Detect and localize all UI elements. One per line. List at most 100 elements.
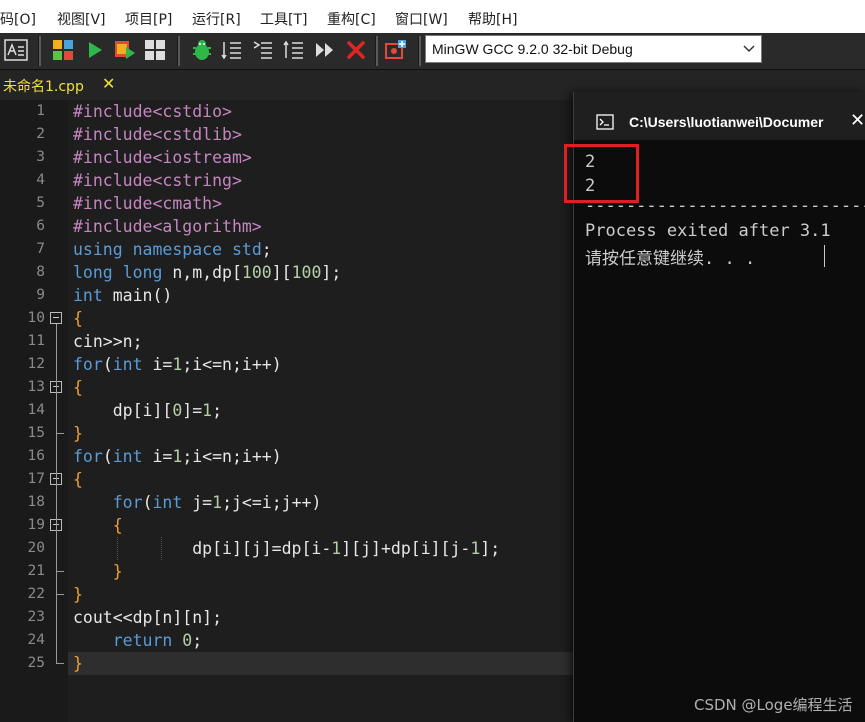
code-text: }: [73, 654, 83, 673]
fold-guide-end: [56, 571, 64, 572]
unindent-icon[interactable]: [251, 38, 275, 62]
profile-icon[interactable]: [384, 38, 408, 62]
code-text: cout<<dp[n][n];: [73, 608, 223, 627]
step-icon[interactable]: [313, 38, 337, 62]
code-text: for(int j=1;j<=i;j++): [112, 493, 322, 512]
tab-label: 未命名1.cpp: [3, 79, 84, 95]
code-text: #include<cstring>: [73, 171, 242, 190]
close-icon[interactable]: ✕: [102, 74, 115, 93]
line-number: 20: [27, 540, 45, 556]
compile-run-icon[interactable]: [113, 38, 137, 62]
menu-item-tools[interactable]: 工具[T]: [260, 9, 307, 29]
tab-untitled[interactable]: 未命名1.cpp ✕: [0, 70, 128, 100]
toolbar-separator: [375, 36, 378, 66]
code-text: #include<algorithm>: [73, 217, 262, 236]
line-number: 9: [36, 287, 45, 303]
toggle-comment-icon[interactable]: [282, 38, 306, 62]
console-window[interactable]: C:\Users\luotianwei\Documer ✕ 2 2 ------…: [564, 92, 865, 722]
fold-guide-end: [56, 594, 64, 595]
code-text: #include<cmath>: [73, 194, 223, 213]
stop-icon[interactable]: [344, 38, 368, 62]
compiler-select[interactable]: MinGW GCC 9.2.0 32-bit Debug: [425, 35, 762, 63]
line-number: 22: [27, 586, 45, 602]
code-text: dp[i][j]=dp[i-1][j]+dp[i][j-1];: [73, 539, 501, 558]
fold-guide-end: [56, 663, 64, 664]
line-number: 14: [27, 402, 45, 418]
code-text: cin>>n;: [73, 332, 143, 351]
compiler-select-value: MinGW GCC 9.2.0 32-bit Debug: [432, 41, 633, 57]
line-number: 15: [27, 425, 45, 441]
code-text: #include<cstdio>: [73, 102, 232, 121]
line-number: 5: [36, 195, 45, 211]
code-text: {: [73, 378, 83, 397]
code-text: }: [73, 424, 83, 443]
line-number: 11: [27, 333, 45, 349]
console-titlebar[interactable]: C:\Users\luotianwei\Documer ✕: [574, 92, 865, 140]
toolbar-separator: [418, 36, 421, 66]
menu-item-help[interactable]: 帮助[H]: [468, 9, 517, 29]
menu-item-code[interactable]: 码[O]: [0, 9, 36, 29]
console-prompt-line: 请按任意键继续. . .: [585, 249, 756, 269]
code-text: int main(): [73, 286, 173, 305]
code-text: #include<cstdlib>: [73, 125, 242, 144]
code-text: using namespace std;: [73, 240, 272, 259]
line-number: 6: [36, 218, 45, 234]
code-text: {: [73, 309, 83, 328]
code-text: for(int i=1;i<=n;i++): [73, 447, 282, 466]
close-icon[interactable]: ✕: [850, 110, 865, 131]
fold-toggle-icon[interactable]: [50, 312, 62, 324]
indent-icon[interactable]: [220, 38, 244, 62]
terminal-icon: [596, 114, 614, 134]
menu-bar: 码[O] 视图[V] 项目[P] 运行[R] 工具[T] 重构[C] 窗口[W]…: [0, 0, 865, 33]
output-highlight-box: [564, 144, 639, 203]
code-text: for(int i=1;i<=n;i++): [73, 355, 282, 374]
line-number: 19: [27, 517, 45, 533]
console-process-line: Process exited after 3.1: [585, 221, 831, 241]
code-text: #include<iostream>: [73, 148, 252, 167]
watermark: CSDN @Loge编程生活: [694, 696, 853, 714]
line-number: 21: [27, 563, 45, 579]
menu-item-refactor[interactable]: 重构[C]: [327, 9, 376, 29]
fold-guide: [56, 531, 57, 571]
line-number: 1: [36, 103, 45, 119]
console-caret: [824, 245, 825, 267]
rebuild-icon[interactable]: [143, 38, 167, 62]
line-number: 8: [36, 264, 45, 280]
code-text: {: [73, 516, 123, 535]
indent-guide: [161, 537, 162, 560]
code-text: long long n,m,dp[100][100];: [73, 263, 342, 282]
line-number: 24: [27, 632, 45, 648]
line-number: 10: [27, 310, 45, 326]
chevron-down-icon: [743, 36, 755, 70]
indent-guide: [117, 537, 118, 560]
code-text: {: [73, 470, 83, 489]
line-number: 7: [36, 241, 45, 257]
line-number: 12: [27, 356, 45, 372]
code-text: }: [73, 562, 123, 581]
menu-item-window[interactable]: 窗口[W]: [395, 9, 448, 29]
fold-guide-end: [56, 433, 64, 434]
line-number: 4: [36, 172, 45, 188]
fold-guide: [56, 393, 57, 433]
menu-item-project[interactable]: 项目[P]: [125, 9, 172, 29]
line-number: 17: [27, 471, 45, 487]
line-number: 16: [27, 448, 45, 464]
toolbar-separator: [38, 36, 41, 66]
line-number: 23: [27, 609, 45, 625]
menu-item-view[interactable]: 视图[V]: [57, 9, 106, 29]
run-icon[interactable]: [83, 38, 107, 62]
console-title: C:\Users\luotianwei\Documer: [629, 114, 824, 130]
code-text: dp[i][0]=1;: [73, 401, 223, 420]
line-number: 2: [36, 126, 45, 142]
grid-icon[interactable]: [51, 38, 75, 62]
code-text: }: [73, 585, 83, 604]
code-text: return 0;: [112, 631, 203, 650]
line-number: 3: [36, 149, 45, 165]
format-code-icon[interactable]: [4, 38, 28, 62]
line-number: 25: [27, 655, 45, 671]
line-number: 18: [27, 494, 45, 510]
menu-item-run[interactable]: 运行[R]: [192, 9, 241, 29]
line-number: 13: [27, 379, 45, 395]
debug-icon[interactable]: [190, 38, 214, 62]
toolbar-separator: [177, 36, 180, 66]
